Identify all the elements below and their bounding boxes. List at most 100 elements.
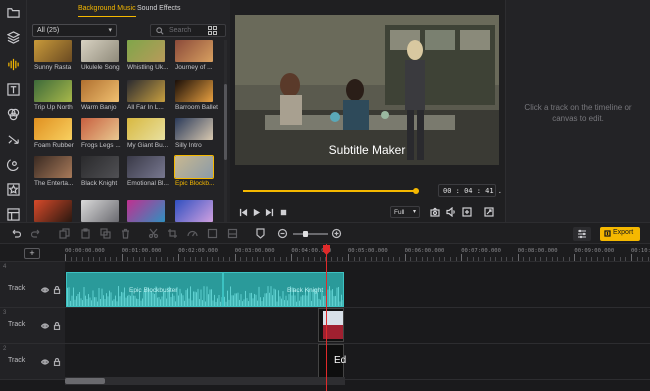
music-thumbnail[interactable] bbox=[34, 200, 72, 222]
media-folder-icon[interactable] bbox=[4, 3, 22, 21]
playhead-line[interactable] bbox=[326, 244, 327, 391]
music-thumbnail[interactable] bbox=[81, 118, 119, 140]
waveform-bar bbox=[170, 297, 172, 306]
paste-icon[interactable] bbox=[80, 228, 91, 239]
waveform-bar bbox=[202, 300, 203, 306]
audio-waveform-icon[interactable] bbox=[4, 55, 22, 73]
track-lane-3[interactable] bbox=[65, 308, 650, 344]
layers-icon[interactable] bbox=[4, 28, 22, 46]
expand-icon[interactable] bbox=[484, 207, 494, 217]
eye-icon[interactable] bbox=[40, 286, 50, 294]
undo-icon[interactable] bbox=[10, 228, 22, 239]
music-thumbnail[interactable] bbox=[175, 118, 213, 140]
lock-icon[interactable] bbox=[53, 285, 61, 295]
music-thumbnail[interactable] bbox=[175, 80, 213, 102]
ruler-tick bbox=[319, 257, 321, 261]
music-thumbnail[interactable] bbox=[81, 80, 119, 102]
waveform-bar bbox=[285, 295, 287, 306]
music-thumbnail[interactable] bbox=[127, 40, 165, 62]
ruler-tick bbox=[608, 257, 610, 261]
freeze-frame-icon[interactable] bbox=[207, 228, 218, 239]
next-frame-icon[interactable] bbox=[264, 207, 274, 217]
duplicate-icon[interactable] bbox=[100, 228, 111, 239]
timeline-settings-button[interactable] bbox=[573, 227, 591, 241]
timeline-zoom-slider[interactable] bbox=[293, 231, 328, 237]
music-thumbnail[interactable] bbox=[175, 40, 213, 62]
library-scrollbar-thumb[interactable] bbox=[224, 84, 227, 160]
category-filter-dropdown[interactable]: All (25) ▾ bbox=[32, 24, 117, 37]
filters-icon[interactable] bbox=[4, 105, 22, 123]
waveform-bar bbox=[70, 300, 71, 306]
add-track-button[interactable]: + bbox=[24, 248, 40, 259]
waveform-bar bbox=[329, 286, 330, 306]
waveform-bar bbox=[89, 297, 91, 306]
zoom-slider-knob[interactable] bbox=[303, 231, 308, 237]
music-thumbnail[interactable] bbox=[127, 80, 165, 102]
templates-icon[interactable] bbox=[4, 205, 22, 223]
video-preview-canvas[interactable]: Subtitle Maker bbox=[235, 15, 499, 165]
eye-icon[interactable] bbox=[40, 358, 50, 366]
fullscreen-preview-icon[interactable] bbox=[462, 207, 472, 217]
elements-icon[interactable] bbox=[4, 180, 22, 198]
music-thumbnail[interactable] bbox=[81, 40, 119, 62]
lock-icon[interactable] bbox=[53, 357, 61, 367]
audio-clip-epic-blockbuster[interactable]: Epic Blockbuster bbox=[66, 272, 223, 307]
waveform-bar bbox=[173, 295, 175, 306]
music-thumbnail[interactable] bbox=[127, 200, 165, 222]
preview-zoom-dropdown[interactable]: Full ▾ bbox=[390, 206, 420, 218]
track-header-4[interactable]: 4 Track bbox=[0, 262, 65, 308]
effects-icon[interactable] bbox=[4, 155, 22, 173]
redo-icon[interactable] bbox=[30, 228, 42, 239]
snapshot-camera-icon[interactable] bbox=[430, 207, 440, 217]
detach-audio-icon[interactable] bbox=[227, 228, 238, 239]
tab-background-music[interactable]: Background Music bbox=[78, 5, 136, 17]
video-clip[interactable] bbox=[318, 308, 344, 342]
track-header-3[interactable]: 3 Track bbox=[0, 308, 65, 344]
split-scissors-icon[interactable] bbox=[148, 228, 159, 239]
waveform-bar bbox=[303, 295, 305, 306]
speed-icon[interactable] bbox=[187, 228, 198, 239]
music-thumbnail[interactable] bbox=[34, 156, 72, 178]
lock-icon[interactable] bbox=[53, 321, 61, 331]
music-thumbnail[interactable] bbox=[81, 156, 119, 178]
music-thumbnail[interactable] bbox=[174, 155, 214, 179]
transitions-icon[interactable] bbox=[4, 130, 22, 148]
track-lane-2[interactable]: Ed bbox=[65, 344, 650, 380]
progress-knob[interactable] bbox=[413, 188, 420, 194]
previous-frame-icon[interactable] bbox=[238, 207, 248, 217]
tab-sound-effects[interactable]: Sound Effects bbox=[137, 5, 180, 12]
subtitle-text-overlay[interactable]: Subtitle Maker bbox=[235, 143, 499, 157]
volume-icon[interactable] bbox=[446, 206, 456, 218]
track-lane-4[interactable]: Epic Blockbuster Black Knight bbox=[65, 262, 650, 308]
stop-icon[interactable] bbox=[278, 207, 288, 217]
zoom-out-icon[interactable] bbox=[277, 228, 288, 239]
music-thumbnail[interactable] bbox=[34, 118, 72, 140]
music-thumbnail[interactable] bbox=[81, 200, 119, 222]
eye-icon[interactable] bbox=[40, 322, 50, 330]
crop-icon[interactable] bbox=[167, 228, 178, 239]
copy-icon[interactable] bbox=[59, 228, 70, 239]
timeline-horizontal-scrollbar[interactable] bbox=[65, 377, 345, 385]
marker-icon[interactable] bbox=[255, 228, 266, 239]
music-thumbnail[interactable] bbox=[127, 156, 165, 178]
waveform-bar bbox=[179, 288, 181, 306]
grid-view-icon[interactable] bbox=[208, 26, 217, 35]
play-icon[interactable] bbox=[251, 207, 261, 217]
timeline-scroll-thumb[interactable] bbox=[65, 378, 105, 384]
zoom-in-icon[interactable] bbox=[331, 228, 342, 239]
export-button[interactable]: Export bbox=[600, 227, 640, 241]
waveform-bar bbox=[278, 290, 279, 306]
music-thumbnail[interactable] bbox=[34, 40, 72, 62]
ruler-tick bbox=[449, 257, 451, 261]
text-clip[interactable]: Ed bbox=[318, 344, 346, 378]
music-thumbnail[interactable] bbox=[127, 118, 165, 140]
track-header-2[interactable]: 2 Track bbox=[0, 344, 65, 380]
playback-progress-bar[interactable] bbox=[243, 188, 420, 194]
text-icon[interactable] bbox=[4, 80, 22, 98]
waveform-bar bbox=[128, 294, 130, 306]
delete-icon[interactable] bbox=[120, 228, 131, 239]
library-scrollbar[interactable] bbox=[224, 40, 227, 222]
ruler-tick bbox=[336, 257, 338, 261]
music-thumbnail[interactable] bbox=[34, 80, 72, 102]
music-thumbnail[interactable] bbox=[175, 200, 213, 222]
